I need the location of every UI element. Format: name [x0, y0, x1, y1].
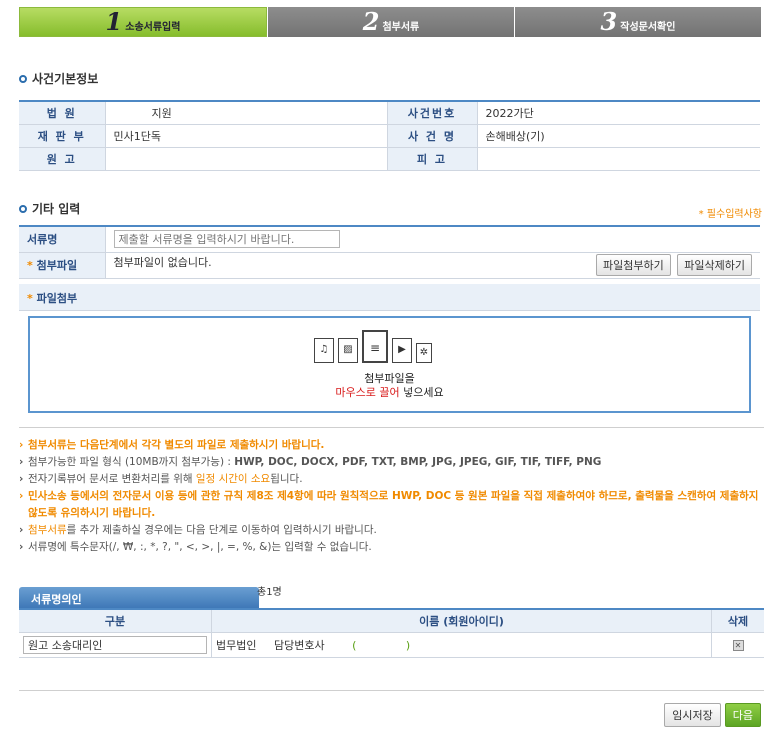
court-label: 법 원: [19, 101, 106, 125]
document-file-icon: ≡: [362, 330, 388, 363]
step-3: 3 작성문서확인: [514, 7, 761, 37]
table-row: 법무법인 담당변호사 ( ) ✕: [19, 632, 764, 658]
division-value: 민사1단독: [105, 124, 388, 148]
notice-item: 첨부서류를 추가 제출하실 경우에는 다음 단계로 이동하여 입력하시기 바랍니…: [19, 522, 764, 539]
law-firm-label: 법무법인: [216, 638, 257, 652]
step-2-number: 2: [362, 7, 380, 36]
col-name-header: 이름 (회원아이디): [211, 610, 712, 633]
case-info-heading: 사건기본정보: [19, 70, 98, 87]
next-button[interactable]: 다음: [724, 703, 761, 727]
case-name-value: 손해배상(기): [477, 124, 760, 148]
notice-item: 전자기록뷰어 문서로 변환처리를 위해 일정 시간이 소요됩니다.: [19, 471, 764, 488]
col-type-header: 구분: [19, 610, 212, 633]
temp-save-button[interactable]: 임시저장: [664, 703, 721, 727]
case-number-value: 2022가단: [477, 101, 760, 125]
step-3-label: 작성문서확인: [620, 21, 676, 33]
step-1-label: 소송서류입력: [125, 21, 181, 33]
file-drop-zone[interactable]: ♫ ▨ ≡ ▶ ✲ 첨부파일을 마우스로 끌어 넣으세요: [28, 316, 751, 413]
step-3-number: 3: [600, 7, 618, 36]
attach-file-button[interactable]: 파일첨부하기: [596, 254, 671, 276]
case-info-table: 법 원 지원 사건번호 2022가단 재 판 부 민사1단독 사 건 명 손해배…: [19, 100, 760, 171]
image-file-icon: ▨: [338, 338, 358, 363]
audio-file-icon: ♫: [314, 338, 334, 363]
delete-file-button[interactable]: 파일삭제하기: [677, 254, 752, 276]
doc-name-label: 서류명: [19, 226, 106, 253]
attach-status-text: 첨부파일이 없습니다.: [113, 256, 212, 269]
col-delete-header: 삭제: [711, 610, 764, 633]
step-2-label: 첨부서류: [382, 21, 420, 33]
court-value: 지원: [105, 101, 388, 125]
bottom-actions: 임시저장 다음: [664, 703, 761, 727]
attach-file-label: * 첨부파일: [19, 252, 106, 279]
nominee-type-input[interactable]: [23, 635, 207, 654]
lawyer-label: 담당변호사: [273, 638, 325, 652]
required-note: * 필수입력사항: [698, 209, 762, 220]
nominee-table: 구분 이름 (회원아이디) 삭제 법무법인 담당변호사 ( ) ✕: [19, 610, 764, 658]
video-file-icon: ▶: [392, 338, 412, 363]
step-1-number: 1: [105, 7, 123, 36]
defendant-value: [477, 147, 760, 171]
plaintiff-label: 원 고: [19, 147, 106, 171]
nominee-tab-bar: 서류명의인 총1명: [19, 583, 764, 610]
case-name-label: 사 건 명: [387, 124, 478, 148]
file-upload-label: * 파일첨부: [19, 284, 760, 311]
notice-item: 첨부서류는 다음단계에서 각각 별도의 파일로 제출하시기 바랍니다.: [19, 437, 764, 454]
divider: [19, 690, 764, 691]
step-progress-bar: 1 소송서류입력 2 첨부서류 3 작성문서확인: [19, 7, 761, 37]
etc-input-heading: 기타 입력: [19, 200, 80, 217]
bullet-circle-icon: [19, 204, 27, 213]
delete-row-icon[interactable]: ✕: [732, 640, 744, 651]
notice-item: 서류명에 특수문자(/, ₩, :, *, ?, ", <, >, |, =, …: [19, 539, 764, 556]
divider: [19, 427, 764, 428]
drop-instruction: 첨부파일을 마우스로 끌어 넣으세요: [335, 372, 444, 399]
notice-list: 첨부서류는 다음단계에서 각각 별도의 파일로 제출하시기 바랍니다. 첨부가능…: [19, 437, 764, 556]
settings-file-icon: ✲: [416, 343, 432, 363]
notice-item: 민사소송 등에서의 전자문서 이용 등에 관한 규칙 제8조 제4항에 따라 원…: [19, 488, 764, 522]
plaintiff-value: [105, 147, 388, 171]
tab-nominee[interactable]: 서류명의인: [19, 587, 259, 609]
case-number-label: 사건번호: [387, 101, 478, 125]
bullet-circle-icon: [19, 74, 27, 83]
step-1: 1 소송서류입력: [19, 7, 267, 37]
doc-name-input[interactable]: [113, 230, 340, 249]
division-label: 재 판 부: [19, 124, 106, 148]
step-2: 2 첨부서류: [267, 7, 514, 37]
notice-item: 첨부가능한 파일 형식 (10MB까지 첨부가능) : HWP, DOC, DO…: [19, 454, 764, 471]
nominee-count: 총1명: [257, 587, 282, 598]
defendant-label: 피 고: [387, 147, 478, 171]
file-type-icons: ♫ ▨ ≡ ▶ ✲: [314, 330, 432, 363]
etc-input-table: 서류명 * 첨부파일 첨부파일이 없습니다. 파일첨부하기 파일삭제하기: [19, 225, 760, 279]
